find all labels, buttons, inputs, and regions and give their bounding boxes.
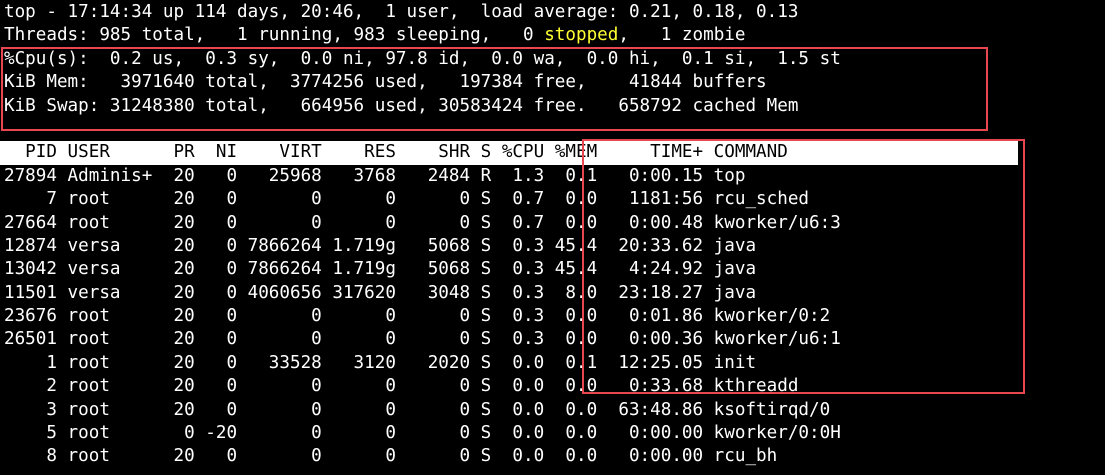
- process-row: 8 root 20 0 0 0 0 S 0.0 0.0 0:00.00 rcu_…: [4, 446, 778, 467]
- process-table-header: PID USER PR NI VIRT RES SHR S %CPU %MEM …: [0, 141, 1018, 165]
- process-row: 27664 root 20 0 0 0 0 S 0.7 0.0 0:00.48 …: [4, 212, 841, 233]
- process-row: 23676 root 20 0 0 0 0 S 0.3 0.0 0:01.86 …: [4, 306, 831, 327]
- swap-line: KiB Swap: 31248380 total, 664956 used, 3…: [4, 95, 799, 116]
- process-row: 12874 versa 20 0 7866264 1.719g 5068 S 0…: [4, 235, 757, 256]
- process-row: 13042 versa 20 0 7866264 1.719g 5068 S 0…: [4, 259, 757, 280]
- process-row: 3 root 20 0 0 0 0 S 0.0 0.0 63:48.86 kso…: [4, 399, 831, 420]
- process-row: 2 root 20 0 0 0 0 S 0.0 0.0 0:33.68 kthr…: [4, 376, 799, 397]
- mem-line: KiB Mem: 3971640 total, 3774256 used, 19…: [4, 72, 767, 93]
- process-row: 1 root 20 0 33528 3120 2020 S 0.0 0.1 12…: [4, 352, 757, 373]
- process-row: 5 root 0 -20 0 0 0 S 0.0 0.0 0:00.00 kwo…: [4, 423, 841, 444]
- cpu-line: %Cpu(s): 0.2 us, 0.3 sy, 0.0 ni, 97.8 id…: [4, 48, 841, 69]
- process-table-body: 27894 Adminis+ 20 0 25968 3768 2484 R 1.…: [4, 165, 1105, 469]
- process-row: 11501 versa 20 0 4060656 317620 3048 S 0…: [4, 282, 757, 303]
- threads-line: Threads: 985 total, 1 running, 983 sleep…: [4, 24, 1105, 47]
- threads-stopped-label: stopped: [544, 25, 619, 46]
- process-row: 26501 root 20 0 0 0 0 S 0.3 0.0 0:00.36 …: [4, 329, 841, 350]
- threads-counts: Threads: 985 total, 1 running, 983 sleep…: [4, 25, 545, 46]
- threads-zombie: , 1 zombie: [618, 25, 746, 46]
- process-row: 27894 Adminis+ 20 0 25968 3768 2484 R 1.…: [4, 165, 746, 186]
- process-row: 7 root 20 0 0 0 0 S 0.7 0.0 1181:56 rcu_…: [4, 189, 810, 210]
- terminal-window: top - 17:14:34 up 114 days, 20:46, 1 use…: [0, 1, 1105, 469]
- uptime-line: top - 17:14:34 up 114 days, 20:46, 1 use…: [4, 2, 799, 22]
